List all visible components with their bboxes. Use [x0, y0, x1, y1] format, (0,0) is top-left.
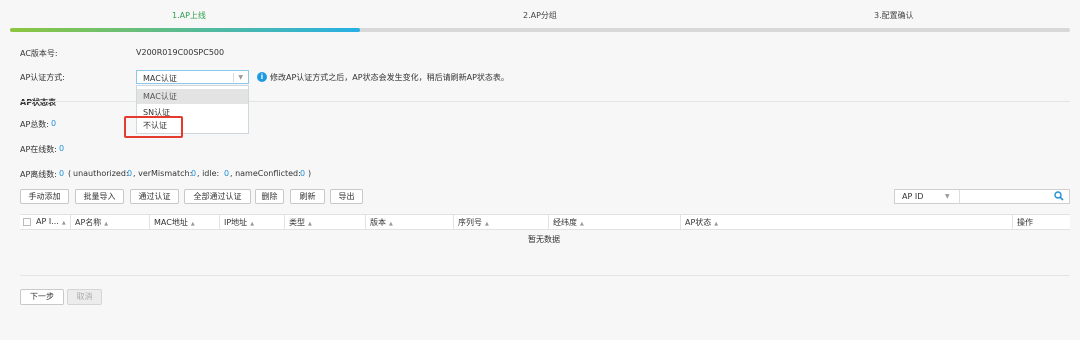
col-type[interactable]: 类型 ▲ — [289, 217, 312, 228]
ac-version-label: AC版本号: — [20, 49, 58, 58]
search-box: AP ID ▼ — [894, 189, 1070, 204]
auth-option-mac[interactable]: MAC认证 — [137, 89, 248, 104]
wizard-progress-bar — [10, 28, 1070, 32]
nameconflicted-value[interactable]: 0 — [300, 169, 305, 178]
batch-import-button[interactable]: 批量导入 — [75, 189, 124, 204]
col-actions: 操作 — [1017, 218, 1033, 227]
col-mac[interactable]: MAC地址 ▲ — [154, 217, 195, 228]
table-header: AP I... ▲ AP名称 ▲ MAC地址 ▲ IP地址 ▲ 类型 ▲ 版本 ▲ 序列号 ▲… — [20, 214, 1070, 230]
export-button[interactable]: 导出 — [330, 189, 363, 204]
idle-label: , idle: — [197, 169, 220, 178]
highlight-annotation-box — [124, 116, 183, 138]
ap-total-value[interactable]: 0 — [51, 119, 56, 128]
idle-value[interactable]: 0 — [224, 169, 229, 178]
col-ap-status[interactable]: AP状态 ▲ — [685, 217, 718, 228]
column-divider[interactable] — [680, 215, 681, 229]
search-category-select[interactable]: AP ID — [902, 192, 923, 201]
refresh-button[interactable]: 刷新 — [290, 189, 325, 204]
search-icon[interactable] — [1054, 191, 1064, 203]
ac-version-value: V200R019C00SPC500 — [136, 48, 225, 57]
chevron-down-icon[interactable]: ▼ — [945, 193, 950, 200]
column-divider[interactable] — [453, 215, 454, 229]
auth-mode-label: AP认证方式: — [20, 73, 65, 82]
unauthorized-label: unauthorized: — [73, 169, 129, 178]
auth-info-text: 修改AP认证方式之后，AP状态会发生变化，稍后请刷新AP状态表。 — [270, 73, 509, 82]
info-icon: i — [257, 72, 267, 82]
ap-online-value[interactable]: 0 — [59, 144, 64, 153]
vermismatch-value[interactable]: 0 — [191, 169, 196, 178]
column-divider[interactable] — [1012, 215, 1013, 229]
column-divider[interactable] — [365, 215, 366, 229]
ap-online-label: AP在线数: — [20, 145, 57, 154]
footer-divider — [20, 275, 1070, 276]
table-empty-text: 暂无数据 — [528, 235, 560, 244]
col-ip[interactable]: IP地址 ▲ — [224, 217, 254, 228]
auth-mode-selected-value: MAC认证 — [143, 74, 177, 83]
offline-detail-open: ( — [68, 169, 72, 178]
vermismatch-label: , verMismatch: — [133, 169, 193, 178]
search-input[interactable] — [961, 192, 1051, 202]
step-1-ap-online[interactable]: 1.AP上线 — [172, 10, 206, 21]
chevron-down-icon[interactable]: ▼ — [238, 74, 243, 81]
column-divider[interactable] — [284, 215, 285, 229]
col-version[interactable]: 版本 ▲ — [370, 217, 393, 228]
nameconflicted-label: , nameConflicted: — [230, 169, 301, 178]
search-separator — [959, 190, 960, 203]
select-separator — [233, 73, 234, 82]
col-ap-id[interactable]: AP I... ▲ — [36, 217, 66, 226]
col-lat-long[interactable]: 经纬度 ▲ — [553, 217, 584, 228]
column-divider[interactable] — [219, 215, 220, 229]
select-all-checkbox[interactable] — [23, 218, 31, 226]
column-divider[interactable] — [70, 215, 71, 229]
column-divider[interactable] — [149, 215, 150, 229]
step-3-confirm[interactable]: 3.配置确认 — [874, 10, 914, 21]
delete-button[interactable]: 删除 — [255, 189, 284, 204]
next-button[interactable]: 下一步 — [20, 289, 64, 305]
approve-button[interactable]: 通过认证 — [130, 189, 179, 204]
ap-offline-value[interactable]: 0 — [59, 169, 64, 178]
ap-status-title: AP状态表 — [20, 98, 57, 107]
ap-total-label: AP总数: — [20, 120, 49, 129]
col-ap-name[interactable]: AP名称 ▲ — [75, 217, 108, 228]
wizard-progress-fill — [10, 28, 360, 32]
step-2-ap-group[interactable]: 2.AP分组 — [523, 10, 557, 21]
unauthorized-value[interactable]: 0 — [127, 169, 132, 178]
add-manual-button[interactable]: 手动添加 — [20, 189, 69, 204]
approve-all-button[interactable]: 全部通过认证 — [184, 189, 251, 204]
column-divider[interactable] — [548, 215, 549, 229]
ap-offline-label: AP离线数: — [20, 170, 57, 179]
offline-detail-close: ) — [308, 169, 312, 178]
auth-mode-select[interactable]: MAC认证 ▼ — [136, 70, 249, 84]
col-serial[interactable]: 序列号 ▲ — [458, 217, 489, 228]
cancel-button[interactable]: 取消 — [67, 289, 102, 305]
